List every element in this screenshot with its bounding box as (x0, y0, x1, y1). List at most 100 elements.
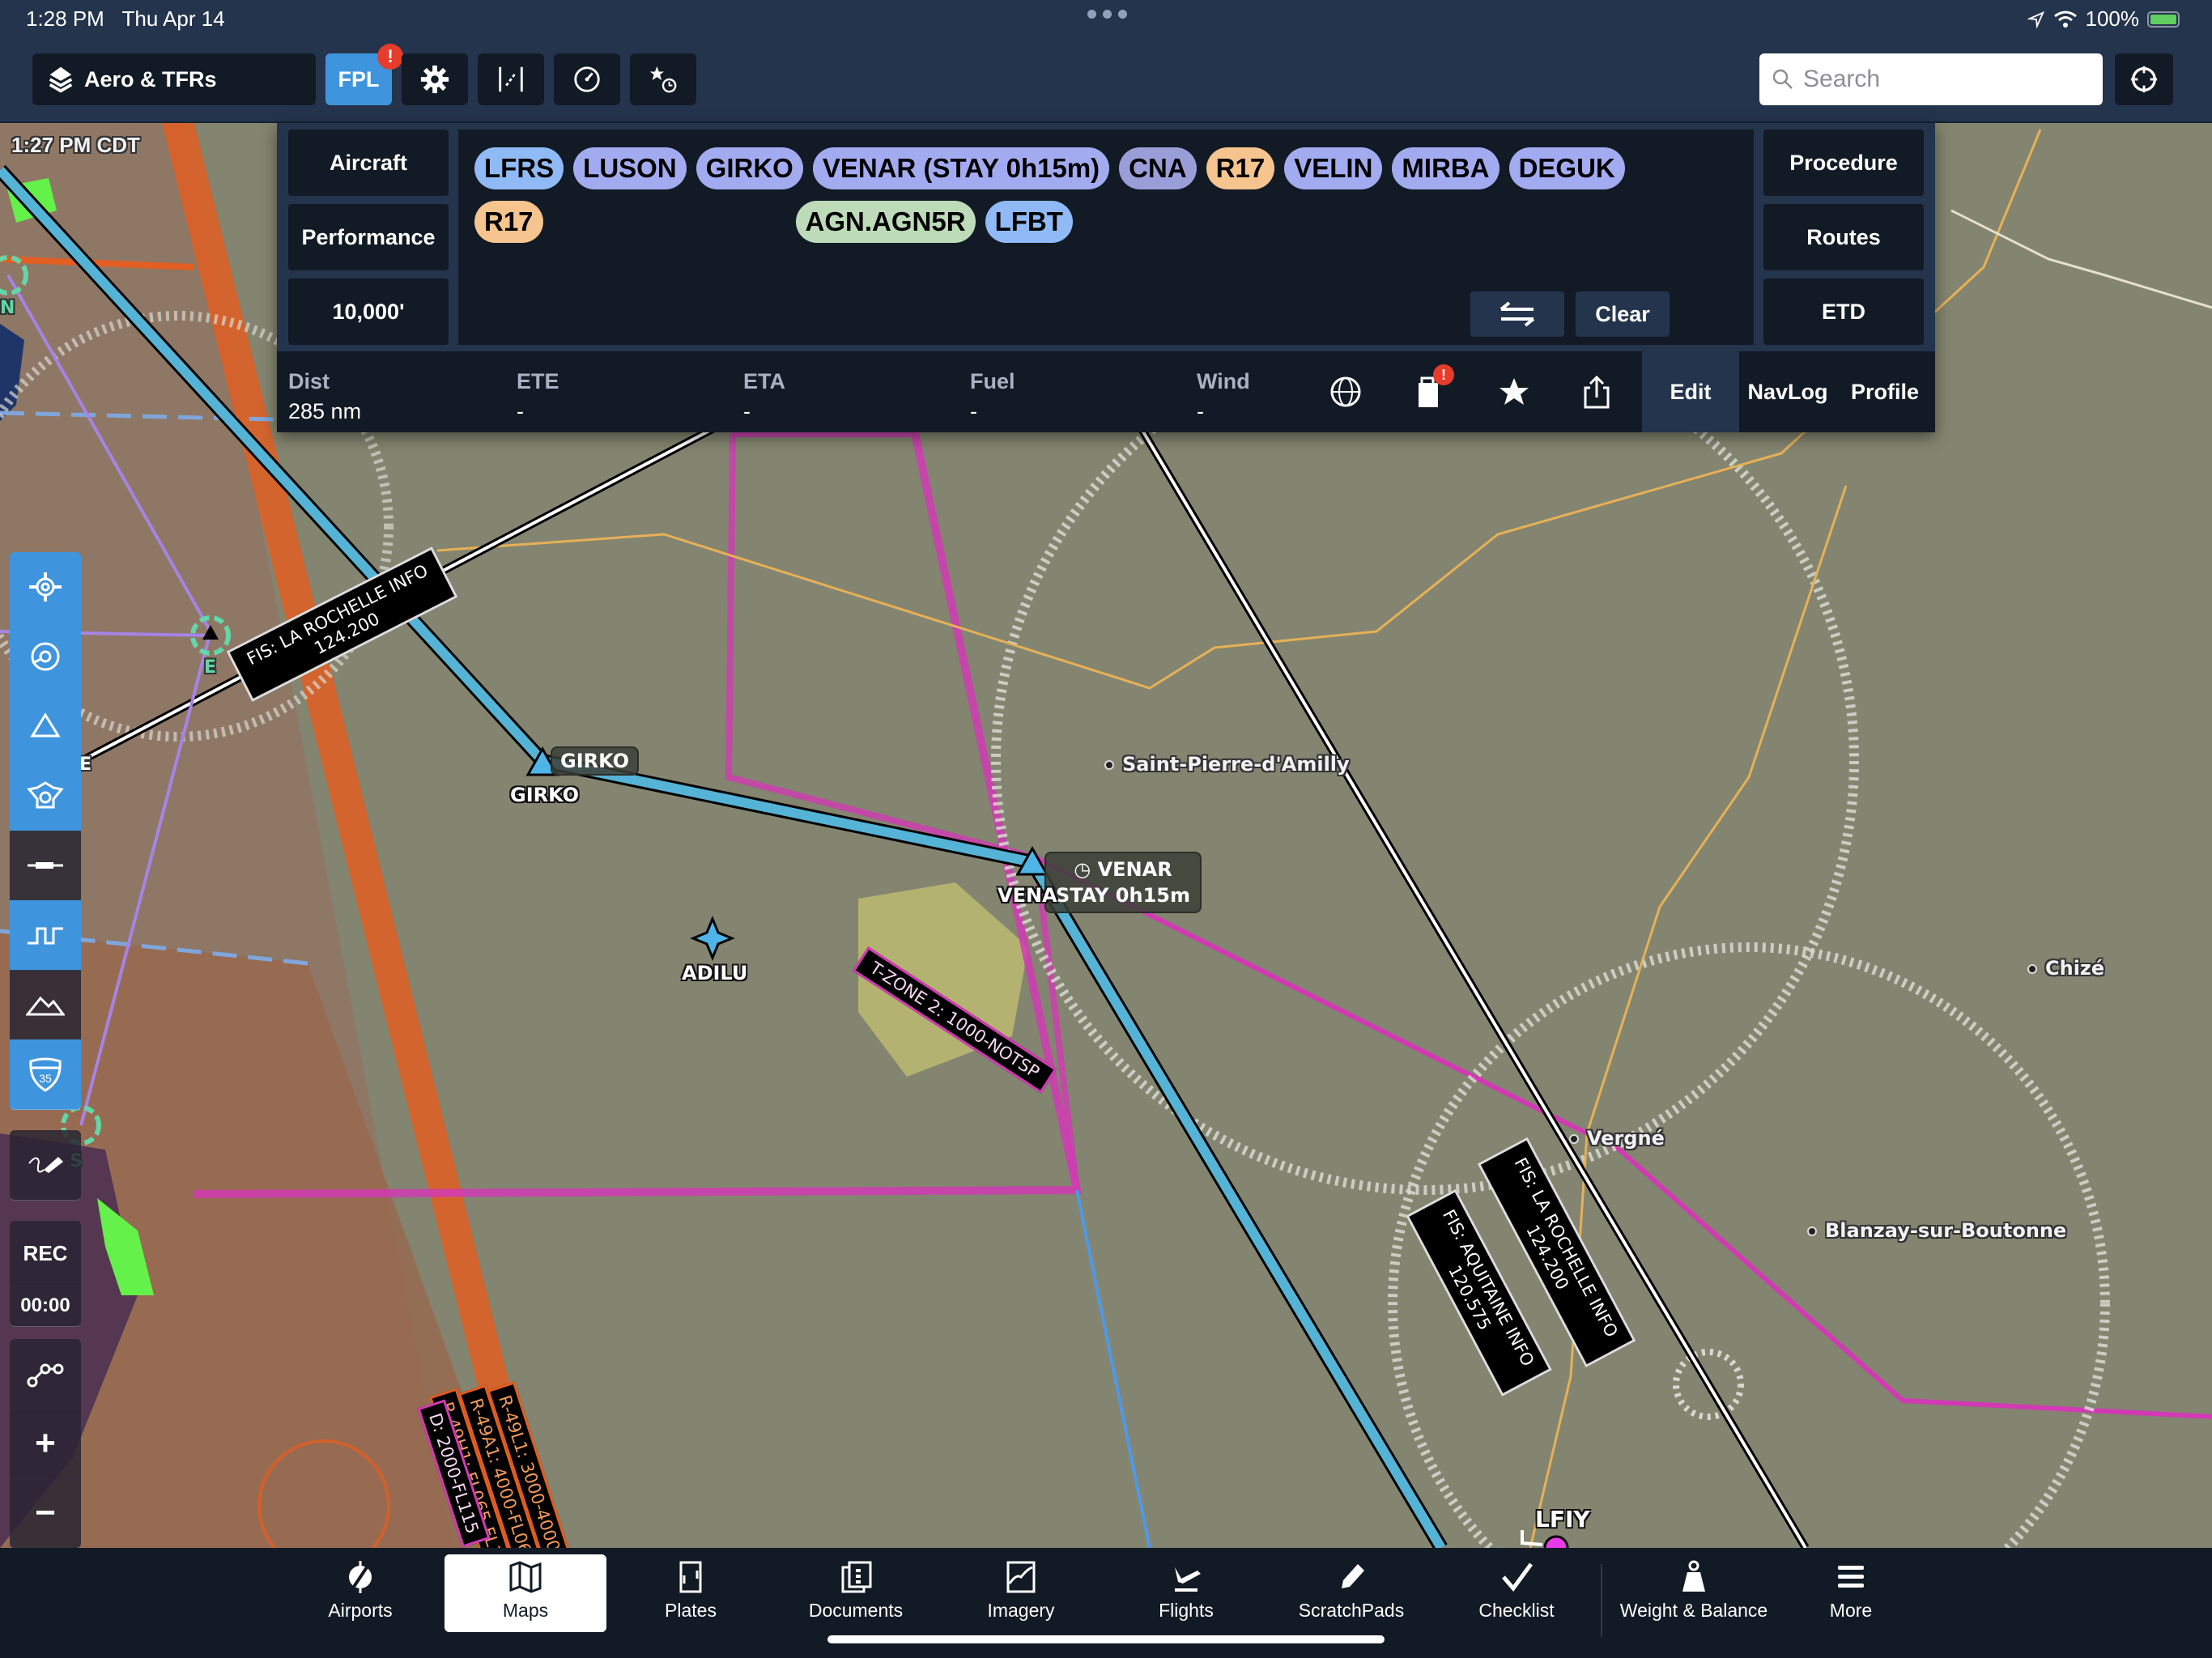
nav-label: Documents (808, 1600, 904, 1621)
search-input[interactable] (1802, 65, 2080, 94)
rec-label: REC (23, 1240, 68, 1265)
terrain-button[interactable] (10, 970, 81, 1040)
altitude-button[interactable]: 10,000' (288, 278, 449, 345)
star-icon (1499, 378, 1529, 405)
route-chip-waypoint[interactable]: VELIN (1284, 147, 1383, 189)
etd-button[interactable]: ETD (1763, 278, 1924, 345)
stat-wind: Wind - (1197, 369, 1250, 423)
town-label: Blanzay-sur-Boutonne (1807, 1219, 2066, 1242)
share-icon (1584, 375, 1610, 409)
runway-button[interactable] (10, 831, 81, 901)
nav-scratchpads[interactable]: ScratchPads (1270, 1554, 1432, 1632)
route-chip-airport[interactable]: LFBT (985, 201, 1073, 243)
reverse-route-button[interactable] (1470, 291, 1564, 337)
fpl-button[interactable]: FPL ! (325, 44, 403, 105)
center-on-aircraft-icon (29, 572, 62, 602)
airways-button[interactable] (10, 900, 81, 971)
home-indicator[interactable] (827, 1635, 1385, 1643)
multitasking-dots[interactable] (1087, 10, 1127, 19)
routes-button[interactable]: Routes (1763, 204, 1924, 270)
lfiy-airport-label[interactable]: LFIY (1535, 1506, 1590, 1533)
procedure-button[interactable]: Procedure (1763, 130, 1924, 196)
route-chip-airway[interactable]: R17 (474, 201, 543, 243)
clock-icon: ◷ (1074, 858, 1098, 881)
share-button[interactable] (1577, 372, 1616, 411)
highway-button[interactable]: 35 (10, 1039, 81, 1110)
route-chip-waypoint[interactable]: VENAR (STAY 0h15m) (812, 147, 1110, 189)
performance-button[interactable]: Performance (288, 204, 449, 270)
route-chip-waypoint[interactable]: LUSON (573, 147, 687, 189)
venar-bubble-stay: STAY 0h15m (1056, 884, 1190, 907)
clear-button[interactable]: Clear (1576, 291, 1670, 337)
gauge-icon (574, 66, 600, 92)
tab-profile[interactable]: Profile (1836, 351, 1933, 432)
girko-label: GIRKO (510, 784, 580, 806)
nav-checklist[interactable]: Checklist (1436, 1554, 1597, 1632)
highway-shield-icon: 35 (29, 1057, 62, 1092)
favorite-button[interactable] (1495, 372, 1534, 411)
annotate-button[interactable] (10, 1130, 81, 1201)
route-editor[interactable]: LFRS LUSON GIRKO VENAR (STAY 0h15m) CNA R17 VE… (458, 130, 1754, 345)
nav-label: Flights (1159, 1600, 1214, 1621)
stat-eta: ETA - (743, 369, 785, 423)
nav-imagery[interactable]: Imagery (940, 1554, 1102, 1632)
route-drag-button[interactable] (10, 1339, 81, 1409)
zoom-out-button[interactable]: − (10, 1478, 81, 1549)
nav-plates[interactable]: Plates (610, 1554, 772, 1632)
wind-profile-button[interactable] (478, 53, 544, 105)
tab-navlog[interactable]: NavLog (1739, 351, 1836, 432)
wx-globe-button[interactable] (1326, 372, 1365, 411)
flight-plan-panel: Aircraft Performance 10,000' LFRS LUSON GI… (277, 123, 1935, 432)
adilu-waypoint-marker (690, 916, 735, 961)
stat-dist: Dist 285 nm (288, 369, 362, 423)
obstacle-button[interactable] (10, 761, 81, 831)
crosshair-icon (2130, 66, 2158, 93)
route-chip-airway[interactable]: R17 (1206, 147, 1275, 189)
zoom-in-button[interactable]: + (10, 1409, 81, 1479)
nav-airports[interactable]: Airports (279, 1554, 441, 1632)
traffic-button[interactable] (10, 691, 81, 762)
venar-label: VENA (998, 884, 1057, 907)
route-chip-navaid[interactable]: CNA (1119, 147, 1197, 189)
venar-info-bubble[interactable]: ◷ VENAR STAY 0h15m (1044, 852, 1202, 913)
girko-bubble-label: GIRKO (560, 750, 630, 772)
checklist-icon (1502, 1562, 1534, 1592)
top-toolbar: Aero & TFRs FPL ! (0, 40, 2212, 123)
locate-button[interactable] (2115, 53, 2173, 105)
favorites-recent-button[interactable] (630, 53, 696, 105)
map-layers-button[interactable]: Aero & TFRs (32, 53, 316, 105)
nav-divider (1601, 1564, 1602, 1637)
nav-label: Weight & Balance (1619, 1600, 1768, 1621)
instruments-button[interactable] (554, 53, 620, 105)
search-field[interactable] (1759, 53, 2103, 105)
record-button[interactable]: REC (10, 1221, 81, 1286)
fpl-label: FPL (338, 66, 380, 91)
girko-info-bubble[interactable]: GIRKO (551, 746, 640, 776)
nav-label: ScratchPads (1298, 1600, 1405, 1621)
tab-edit[interactable]: Edit (1642, 351, 1739, 432)
center-on-aircraft-button[interactable] (10, 552, 81, 623)
nav-more[interactable]: More (1770, 1554, 1932, 1632)
route-chip-airport[interactable]: LFRS (474, 147, 564, 189)
nav-label: Checklist (1478, 1600, 1555, 1621)
obstacle-icon (27, 781, 64, 809)
track-up-button[interactable] (10, 622, 81, 692)
route-chip-waypoint[interactable]: GIRKO (696, 147, 803, 189)
nav-documents[interactable]: Documents (775, 1554, 937, 1632)
track-up-icon (31, 642, 60, 671)
nav-label: Imagery (987, 1600, 1055, 1621)
route-chip-waypoint[interactable]: MIRBA (1392, 147, 1499, 189)
stat-ete: ETE - (517, 369, 559, 423)
route-chip-procedure[interactable]: AGN.AGN5R (795, 201, 976, 243)
fuel-button[interactable]: ! (1410, 364, 1454, 411)
globe-icon (1330, 376, 1361, 407)
terrain-icon (26, 996, 65, 1016)
aircraft-button[interactable]: Aircraft (288, 130, 449, 196)
route-chip-waypoint[interactable]: DEGUK (1508, 147, 1625, 189)
settings-button[interactable] (402, 53, 468, 105)
clock: 1:28 PM (26, 6, 104, 31)
nav-flights[interactable]: Flights (1105, 1554, 1267, 1632)
nav-maps[interactable]: Maps (445, 1554, 606, 1632)
flight-stats-bar: Dist 285 nm ETE - ETA - Fuel - Wind - ! Edit … (277, 351, 1935, 432)
nav-weight-balance[interactable]: Weight & Balance (1605, 1554, 1783, 1632)
